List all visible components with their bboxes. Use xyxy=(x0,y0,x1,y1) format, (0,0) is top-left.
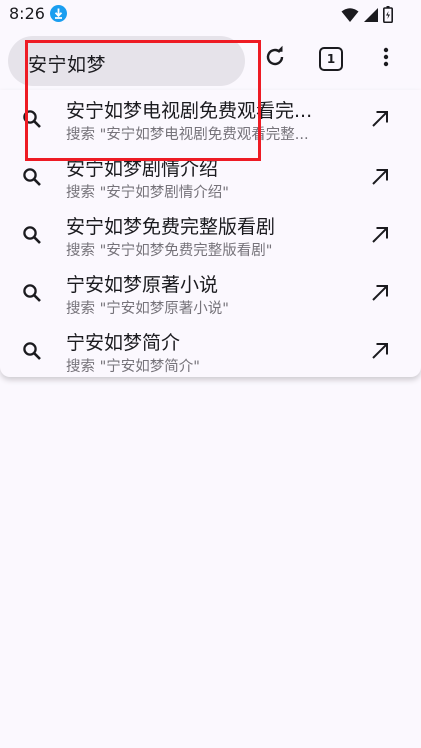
wifi-icon xyxy=(341,7,359,27)
status-bar: 8:26 xyxy=(0,0,421,30)
download-icon xyxy=(50,5,67,22)
insert-arrow-icon[interactable] xyxy=(368,165,392,189)
search-icon xyxy=(20,107,44,131)
refresh-button[interactable] xyxy=(259,43,291,75)
search-icon xyxy=(20,281,44,305)
search-icon xyxy=(20,223,44,247)
suggestion-subtitle: 搜索 "安宁如梦剧情介绍" xyxy=(66,185,229,201)
insert-arrow-icon[interactable] xyxy=(368,281,392,305)
suggestion-title: 安宁如梦剧情介绍 xyxy=(66,158,219,180)
suggestion-subtitle: 搜索 "安宁如梦免费完整版看剧" xyxy=(66,243,273,259)
suggestion-title: 安宁如梦免费完整版看剧 xyxy=(66,216,276,238)
insert-arrow-icon[interactable] xyxy=(368,223,392,247)
suggestion-title: 宁安如梦简介 xyxy=(66,332,181,354)
tab-count: 1 xyxy=(319,47,343,71)
suggestion-subtitle: 搜索 "宁安如梦原著小说" xyxy=(66,301,229,317)
refresh-icon xyxy=(263,45,287,73)
suggestion-item[interactable]: 宁安如梦简介 搜索 "宁安如梦简介" xyxy=(0,322,421,380)
suggestion-list: 安宁如梦电视剧免费观看完... 搜索 "安宁如梦电视剧免费观看完整... 安宁如… xyxy=(0,90,421,377)
signal-icon xyxy=(363,7,379,27)
search-icon xyxy=(20,165,44,189)
more-vert-icon xyxy=(374,45,398,73)
address-bar[interactable]: 安宁如梦 xyxy=(8,36,245,86)
suggestion-item[interactable]: 安宁如梦剧情介绍 搜索 "安宁如梦剧情介绍" xyxy=(0,148,421,206)
suggestion-subtitle: 搜索 "宁安如梦简介" xyxy=(66,359,200,375)
tab-switcher-button[interactable]: 1 xyxy=(315,43,347,75)
suggestion-item[interactable]: 安宁如梦免费完整版看剧 搜索 "安宁如梦免费完整版看剧" xyxy=(0,206,421,264)
suggestion-subtitle: 搜索 "安宁如梦电视剧免费观看完整... xyxy=(66,127,309,143)
insert-arrow-icon[interactable] xyxy=(368,339,392,363)
battery-icon xyxy=(383,6,393,27)
status-time: 8:26 xyxy=(9,4,45,23)
menu-button[interactable] xyxy=(370,43,402,75)
suggestion-item[interactable]: 安宁如梦电视剧免费观看完... 搜索 "安宁如梦电视剧免费观看完整... xyxy=(0,90,421,148)
insert-arrow-icon[interactable] xyxy=(368,107,392,131)
search-icon xyxy=(20,339,44,363)
suggestion-item[interactable]: 宁安如梦原著小说 搜索 "宁安如梦原著小说" xyxy=(0,264,421,322)
suggestion-title: 宁安如梦原著小说 xyxy=(66,274,219,296)
browser-toolbar: 安宁如梦 1 xyxy=(0,30,421,92)
address-bar-input[interactable]: 安宁如梦 xyxy=(28,50,106,77)
suggestion-title: 安宁如梦电视剧免费观看完... xyxy=(66,100,313,122)
